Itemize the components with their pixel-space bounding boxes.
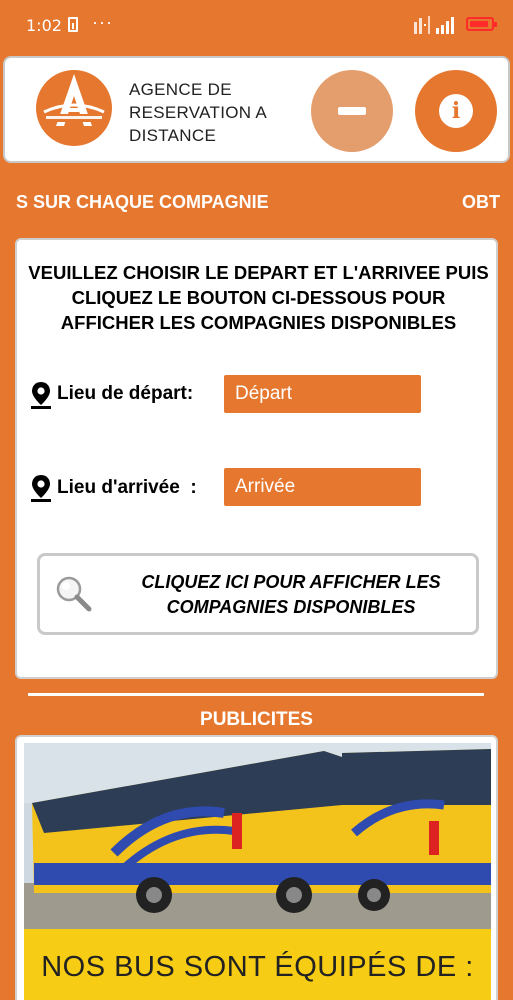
ad-banner-text: NOS BUS SONT ÉQUIPÉS DE : [41,951,474,983]
scrolling-announcement: S SUR CHAQUE COMPAGNIE OBT [0,190,513,216]
ads-section-title: PUBLICITES [200,709,313,730]
show-companies-label: CLIQUEZ ICI POUR AFFICHER LES COMPAGNIES… [141,572,441,617]
info-button[interactable]: i [415,70,497,152]
departure-field[interactable] [224,375,421,413]
more-notifications-icon: ··· [92,12,113,32]
battery-saver-icon [68,17,78,32]
minus-icon [338,107,366,115]
arrival-field[interactable] [224,468,421,506]
show-companies-button[interactable]: CLIQUEZ ICI POUR AFFICHER LES COMPAGNIES… [37,553,479,635]
status-time: 1:02 [26,16,62,35]
departure-label: Lieu de départ: [57,383,194,404]
bus-photo [24,743,491,929]
instructions-text: VEUILLEZ CHOISIR LE DEPART ET L'ARRIVEE … [28,262,489,333]
route-search-card: VEUILLEZ CHOISIR LE DEPART ET L'ARRIVEE … [15,238,498,679]
battery-icon [466,17,497,31]
agency-name: AGENCE DE RESERVATION A DISTANCE [129,80,267,145]
marquee-text-next: OBT [462,192,500,212]
location-pin-icon [31,382,51,409]
location-pin-icon [31,475,51,502]
ad-banner: NOS BUS SONT ÉQUIPÉS DE : [24,929,491,1000]
marquee-text: S SUR CHAQUE COMPAGNIE [16,192,269,212]
search-icon [56,576,92,612]
section-divider [28,693,484,696]
app-header: AGENCE DE RESERVATION A DISTANCE i [3,56,510,163]
info-icon: i [439,94,473,128]
signal-icon [414,16,454,34]
status-bar: 1:02 ··· [0,0,513,50]
arrival-label: Lieu d'arrivée : [57,477,197,498]
agency-logo [36,70,112,146]
minimize-button[interactable] [311,70,393,152]
advertisement-card[interactable]: NOS BUS SONT ÉQUIPÉS DE : [15,735,498,1000]
